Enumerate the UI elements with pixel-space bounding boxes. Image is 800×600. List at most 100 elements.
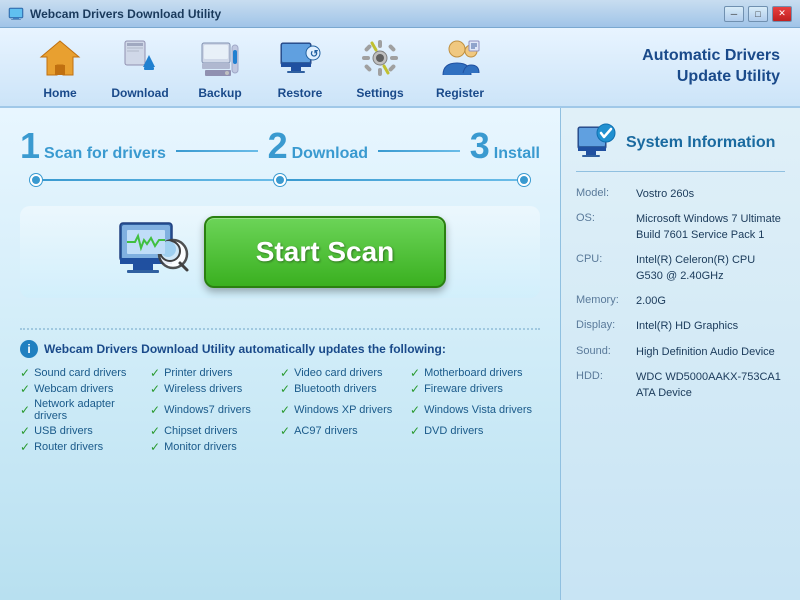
check-icon: ✓	[280, 382, 290, 396]
driver-item: ✓Fireware drivers	[410, 382, 540, 396]
check-icon: ✓	[150, 366, 160, 380]
info-header: i Webcam Drivers Download Utility automa…	[20, 340, 540, 358]
scan-computer-icon	[114, 217, 194, 287]
close-button[interactable]: ✕	[772, 6, 792, 22]
sys-info-value: WDC WD5000AAKX-753CA1 ATA Device	[636, 370, 785, 401]
driver-label: AC97 drivers	[294, 425, 358, 437]
driver-item: ✓ Windows Vista drivers	[410, 398, 540, 422]
sys-info-label: HDD:	[576, 370, 636, 401]
check-icon: ✓	[20, 424, 30, 438]
sys-info-value: Intel(R) Celeron(R) CPU G530 @ 2.40GHz	[636, 253, 785, 284]
toolbar-home[interactable]: Home	[20, 34, 100, 100]
sys-info-label: Memory:	[576, 294, 636, 309]
driver-label: Fireware drivers	[424, 383, 503, 395]
sys-info-value: Microsoft Windows 7 Ultimate Build 7601 …	[636, 212, 785, 243]
check-icon: ✓	[20, 403, 30, 417]
brand-line1: Automatic Drivers	[642, 46, 780, 67]
check-icon: ✓	[410, 403, 420, 417]
driver-label: USB drivers	[34, 425, 93, 437]
step-line-1	[176, 150, 258, 152]
check-icon: ✓	[280, 366, 290, 380]
driver-label: Wireless drivers	[164, 383, 242, 395]
toolbar-register[interactable]: Register	[420, 34, 500, 100]
sys-info-header: System Information	[576, 123, 785, 172]
driver-label: Router drivers	[34, 441, 103, 453]
sys-info-row: Memory:2.00G	[576, 294, 785, 309]
connector-2	[286, 179, 518, 181]
driver-item: ✓ Monitor drivers	[150, 440, 280, 454]
check-icon: ✓	[150, 440, 160, 454]
title-bar: Webcam Drivers Download Utility ─ □ ✕	[0, 0, 800, 28]
brand-line2: Update Utility	[642, 67, 780, 88]
step-line-2	[378, 150, 460, 152]
check-icon: ✓	[150, 424, 160, 438]
driver-item: ✓Video card drivers	[280, 366, 410, 380]
driver-label: Webcam drivers	[34, 383, 113, 395]
svg-text:↺: ↺	[310, 49, 318, 60]
toolbar-download[interactable]: Download	[100, 34, 180, 100]
driver-label: Monitor drivers	[164, 441, 237, 453]
minimize-button[interactable]: ─	[724, 6, 744, 22]
driver-item: ✓Printer drivers	[150, 366, 280, 380]
sys-info-label: OS:	[576, 212, 636, 243]
step-3: 3 Install	[470, 128, 540, 164]
info-text: Webcam Drivers Download Utility automati…	[44, 342, 446, 356]
driver-item: ✓ AC97 drivers	[280, 424, 410, 438]
sys-info-icon	[576, 123, 616, 163]
dot-2	[274, 174, 286, 186]
sys-info-table: Model:Vostro 260sOS:Microsoft Windows 7 …	[576, 187, 785, 401]
toolbar-restore[interactable]: ↺ Restore	[260, 34, 340, 100]
driver-label: Bluetooth drivers	[294, 383, 377, 395]
right-panel: System Information Model:Vostro 260sOS:M…	[560, 108, 800, 600]
check-icon: ✓	[280, 424, 290, 438]
check-icon: ✓	[20, 366, 30, 380]
driver-label: Motherboard drivers	[424, 367, 522, 379]
dot-3	[518, 174, 530, 186]
check-icon: ✓	[20, 382, 30, 396]
driver-item: ✓Router drivers	[20, 440, 150, 454]
progress-line-row	[20, 174, 540, 186]
step-3-label: Install	[494, 145, 540, 163]
sys-info-value: 2.00G	[636, 294, 666, 309]
app-icon	[8, 6, 24, 22]
step-1-num: 1	[20, 128, 40, 164]
sys-info-row: Sound:High Definition Audio Device	[576, 345, 785, 360]
divider	[20, 328, 540, 330]
driver-label: Network adapter drivers	[34, 398, 150, 422]
toolbar-home-label: Home	[43, 86, 76, 100]
sys-info-row: HDD:WDC WD5000AAKX-753CA1 ATA Device	[576, 370, 785, 401]
start-scan-button[interactable]: Start Scan	[204, 216, 447, 288]
driver-item: ✓ Network adapter drivers	[20, 398, 150, 422]
driver-item: ✓Chipset drivers	[150, 424, 280, 438]
driver-item: ✓ Bluetooth drivers	[280, 382, 410, 396]
toolbar-register-label: Register	[436, 86, 484, 100]
toolbar-settings[interactable]: Settings	[340, 34, 420, 100]
check-icon: ✓	[410, 366, 420, 380]
step-2-num: 2	[268, 128, 288, 164]
sys-info-row: CPU:Intel(R) Celeron(R) CPU G530 @ 2.40G…	[576, 253, 785, 284]
info-section: i Webcam Drivers Download Utility automa…	[20, 340, 540, 454]
toolbar-brand: Automatic Drivers Update Utility	[642, 46, 780, 88]
sys-info-label: Display:	[576, 319, 636, 334]
driver-item: ✓DVD drivers	[410, 424, 540, 438]
driver-item: ✓Wireless drivers	[150, 382, 280, 396]
sys-info-label: Model:	[576, 187, 636, 202]
sys-info-title: System Information	[626, 134, 775, 152]
register-icon	[436, 34, 484, 82]
sys-info-label: CPU:	[576, 253, 636, 284]
sys-info-value: Intel(R) HD Graphics	[636, 319, 738, 334]
sys-info-value: High Definition Audio Device	[636, 345, 775, 360]
step-1-label: Scan for drivers	[44, 145, 166, 163]
check-icon: ✓	[150, 403, 160, 417]
driver-item: ✓ Sound card drivers	[20, 366, 150, 380]
driver-item: ✓ Motherboard drivers	[410, 366, 540, 380]
sys-info-value: Vostro 260s	[636, 187, 694, 202]
driver-label: Windows Vista drivers	[424, 404, 532, 416]
dot-1	[30, 174, 42, 186]
check-icon: ✓	[280, 403, 290, 417]
title-bar-controls: ─ □ ✕	[724, 6, 792, 22]
toolbar-backup[interactable]: Backup	[180, 34, 260, 100]
maximize-button[interactable]: □	[748, 6, 768, 22]
driver-label: Windows XP drivers	[294, 404, 392, 416]
driver-label: Sound card drivers	[34, 367, 126, 379]
